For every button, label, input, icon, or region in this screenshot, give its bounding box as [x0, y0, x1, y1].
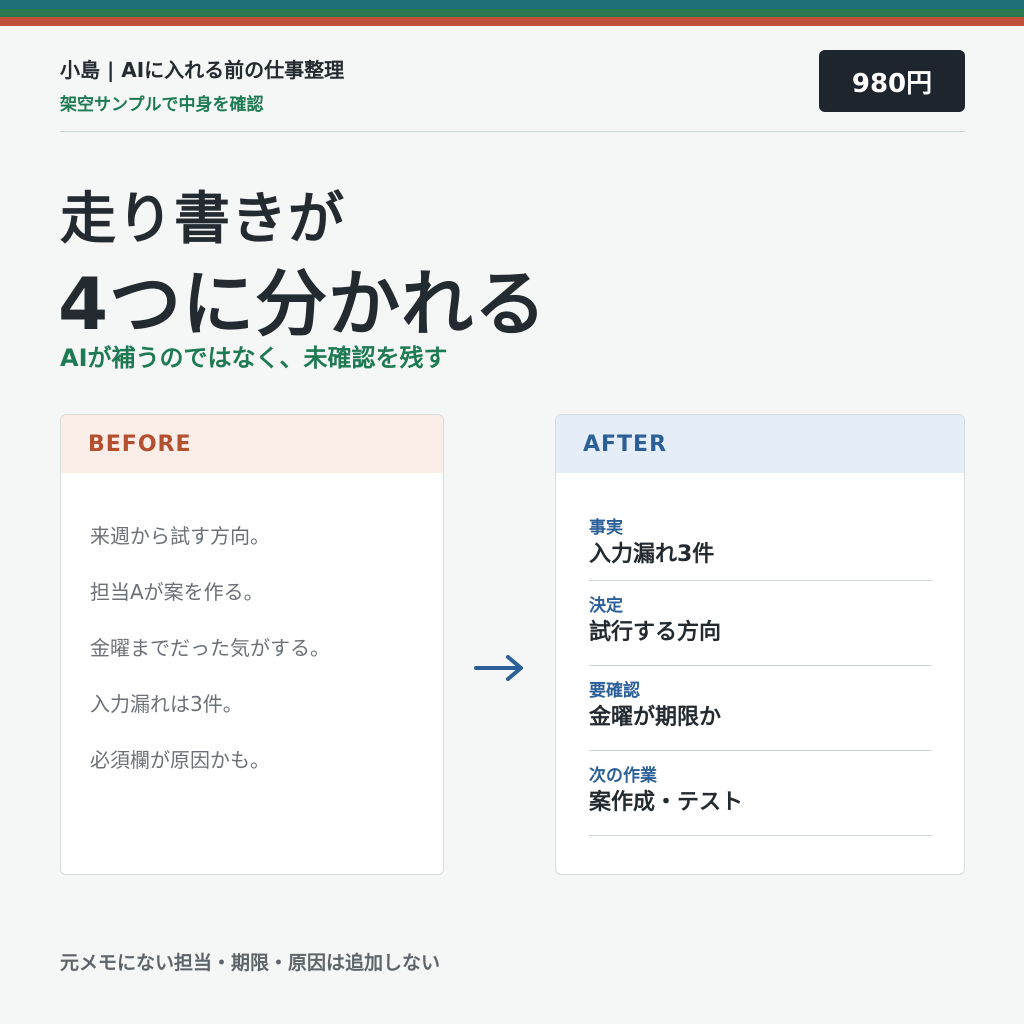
after-card-title: AFTER [556, 415, 964, 473]
memo-line: 入力漏れは3件。 [90, 692, 243, 716]
top-color-stripes [0, 0, 1024, 26]
before-memo-list: 来週から試す方向。 担当Aが案を作る。 金曜までだった気がする。 入力漏れは3件… [61, 473, 443, 801]
field-next-task: 次の作業 案作成・テスト [589, 751, 932, 836]
arrow-right-icon [474, 655, 523, 681]
field-label: 次の作業 [589, 766, 657, 786]
field-value: 入力漏れ3件 [589, 542, 715, 567]
memo-line: 来週から試す方向。 [90, 524, 270, 548]
field-label: 要確認 [589, 681, 640, 701]
field-value: 試行する方向 [589, 620, 722, 645]
after-card: AFTER 事実 入力漏れ3件 決定 試行する方向 要確認 金曜が期限か 次の作… [555, 414, 965, 875]
footer-note: 元メモにない担当・期限・原因は追加しない [60, 952, 441, 974]
after-field-list: 事実 入力漏れ3件 決定 試行する方向 要確認 金曜が期限か 次の作業 案作成・… [556, 473, 964, 836]
stripe-teal [0, 0, 1024, 9]
before-card: BEFORE 来週から試す方向。 担当Aが案を作る。 金曜までだった気がする。 … [60, 414, 444, 875]
field-value: 案作成・テスト [589, 790, 744, 815]
field-decision: 決定 試行する方向 [589, 581, 932, 666]
field-label: 決定 [589, 596, 623, 616]
header: 小島 | AIに入れる前の仕事整理 架空サンプルで中身を確認 980円 [60, 50, 965, 132]
price-badge: 980円 [819, 50, 965, 112]
stripe-green [0, 9, 1024, 17]
headline-line-2: 4つに分かれる [58, 262, 548, 346]
field-value: 金曜が期限か [589, 705, 722, 730]
headline-line-1: 走り書きが [60, 187, 345, 252]
field-fact: 事実 入力漏れ3件 [589, 517, 932, 581]
field-to-confirm: 要確認 金曜が期限か [589, 666, 932, 751]
memo-line: 担当Aが案を作る。 [90, 580, 264, 604]
field-label: 事実 [589, 518, 623, 538]
memo-line: 必須欄が原因かも。 [90, 748, 270, 772]
stripe-red [0, 17, 1024, 26]
tagline: AIが補うのではなく、未確認を残す [60, 344, 448, 372]
memo-line: 金曜までだった気がする。 [90, 636, 330, 660]
before-card-title: BEFORE [61, 415, 443, 473]
